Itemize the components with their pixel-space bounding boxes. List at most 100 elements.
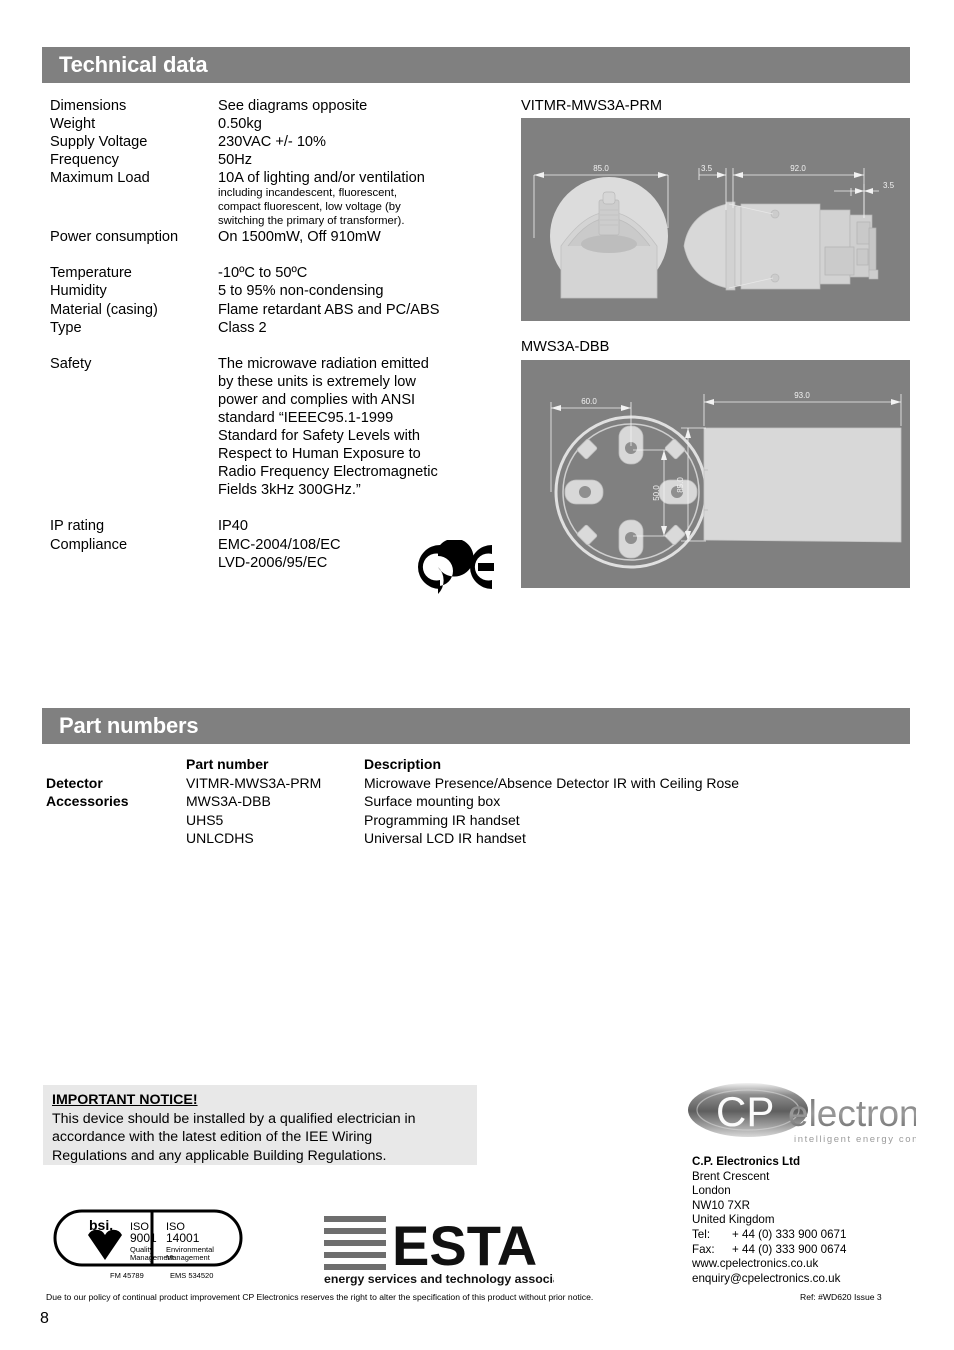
dimension-label: 60.0 [581, 397, 597, 406]
spec-value: Flame retardant ABS and PC/ABS [218, 301, 440, 318]
cell-category [46, 811, 186, 830]
ce-mark-icon [418, 540, 494, 594]
spec-row-dimensions: Dimensions See diagrams opposite [50, 97, 520, 115]
spec-value: See diagrams opposite [218, 98, 368, 114]
cell-description: Microwave Presence/Absence Detector IR w… [364, 774, 740, 791]
spec-row-material: Material (casing) Flame retardant ABS an… [50, 301, 520, 319]
dimension-label: 3.5 [701, 164, 713, 173]
section-title-text: Technical data [59, 52, 208, 77]
section-header-part-numbers: Part numbers [42, 708, 910, 744]
column-header-part-number: Part number [186, 756, 269, 772]
spec-row-humidity: Humidity 5 to 95% non-condensing [50, 282, 520, 300]
bsi-left-number: 9001 [130, 1231, 157, 1245]
diagram-vitmr-mws3a-prm: 85.0 3.5 92.0 3.5 [521, 118, 910, 321]
company-telephone: Tel: + 44 (0) 333 900 0671 [692, 1228, 846, 1243]
cp-logo-tagline: intelligent energy control [794, 1134, 916, 1145]
tel-value: + 44 (0) 333 900 0671 [732, 1227, 847, 1241]
dimension-label: 93.0 [794, 391, 810, 400]
spec-row-type: Type Class 2 [50, 319, 520, 337]
dimension-label: 85.0 [593, 164, 609, 173]
notice-line-1: This device should be installed by a qua… [52, 1110, 416, 1127]
part-numbers-table: Part number Description Detector VITMR-M… [46, 755, 739, 848]
company-name: C.P. Electronics Ltd [692, 1155, 801, 1168]
company-email[interactable]: enquiry@cpelectronics.co.uk [692, 1272, 846, 1287]
spec-value: 230VAC +/- 10% [218, 134, 327, 151]
cell-part-number: UHS5 [186, 811, 224, 828]
diagram-caption-mws3a-dbb: MWS3A-DBB [521, 339, 610, 355]
document-page: Technical data Dimensions See diagrams o… [0, 0, 954, 1350]
diagram-caption-vitmr: VITMR-MWS3A-PRM [521, 98, 663, 114]
spec-value: 50Hz [218, 152, 253, 169]
esta-name: ESTA [392, 1214, 537, 1277]
spec-label: Humidity [50, 283, 107, 300]
spec-value: IP40 [218, 518, 249, 535]
notice-line-2: accordance with the latest edition of th… [52, 1129, 373, 1146]
safety-line-6: Respect to Human Exposure to [218, 446, 421, 463]
cp-electronics-logo: CP electronics intelligent energy contro… [688, 1083, 916, 1145]
cell-part-number: UNLCDHS [186, 830, 254, 847]
spec-label: Safety [50, 355, 92, 372]
bsi-right-code: EMS 534520 [170, 1271, 213, 1280]
spec-value: 5 to 95% non-condensing [218, 283, 384, 300]
esta-tagline: energy services and technology associati… [324, 1272, 554, 1286]
spec-label: Power consumption [50, 229, 179, 246]
company-website[interactable]: www.cpelectronics.co.uk [692, 1257, 846, 1272]
table-row: UNLCDHS Universal LCD IR handset [46, 829, 739, 848]
dimension-label: 85.0 [676, 477, 685, 493]
cell-description: Surface mounting box [364, 793, 501, 810]
max-load-note-line-3: switching the primary of transformer). [218, 214, 405, 227]
column-header-category [46, 755, 186, 774]
important-notice-box: IMPORTANT NOTICE! This device should be … [43, 1085, 477, 1165]
bsi-right-number: 14001 [166, 1231, 200, 1245]
safety-line-7: Radio Frequency Electromagnetic [218, 464, 438, 481]
table-row: UHS5 Programming IR handset [46, 811, 739, 830]
dimension-label: 3.5 [883, 181, 895, 190]
bsi-certification-logo: bsi. ISO 9001 Quality Management ISO 140… [53, 1209, 243, 1280]
notice-heading: IMPORTANT NOTICE! [52, 1092, 198, 1108]
bsi-left-code: FM 45789 [110, 1271, 144, 1280]
cell-category [46, 829, 186, 848]
spec-value: -10ºC to 50ºC [218, 265, 308, 282]
page-number: 8 [40, 1310, 49, 1327]
spec-label: Dimensions [50, 98, 127, 114]
spec-label: Weight [50, 116, 96, 133]
cp-logo-mark: CP [716, 1088, 774, 1135]
spec-label: Temperature [50, 265, 132, 282]
safety-line-5: Standard for Safety Levels with [218, 428, 420, 445]
table-row: Accessories MWS3A-DBB Surface mounting b… [46, 792, 739, 811]
cell-description: Programming IR handset [364, 811, 520, 828]
cell-category: Accessories [46, 793, 129, 810]
max-load-note-line-2: compact fluorescent, low voltage (by [218, 201, 401, 214]
spec-label: Frequency [50, 152, 119, 169]
table-row: Detector VITMR-MWS3A-PRM Microwave Prese… [46, 774, 739, 793]
technical-data-list: Dimensions See diagrams opposite Weight … [50, 97, 520, 572]
cell-part-number: MWS3A-DBB [186, 793, 271, 810]
spec-value: 10A of lighting and/or ventilation [218, 170, 425, 187]
safety-line-8: Fields 3kHz 300GHz.” [218, 482, 361, 499]
company-city: London [692, 1184, 731, 1198]
spec-row-safety: Safety The microwave radiation emitted [50, 355, 520, 373]
spec-label: Maximum Load [50, 170, 150, 187]
max-load-note-line-1: including incandescent, fluorescent, [218, 187, 397, 200]
spec-value: The microwave radiation emitted [218, 355, 429, 372]
company-postcode: NW10 7XR [692, 1198, 750, 1212]
company-street: Brent Crescent [692, 1169, 770, 1183]
esta-logo: ESTA energy services and technology asso… [324, 1214, 554, 1286]
dimension-label: 50.0 [652, 485, 661, 501]
spec-label: Material (casing) [50, 301, 158, 318]
fax-value: + 44 (0) 333 900 0674 [732, 1242, 847, 1256]
fax-label: Fax: [692, 1242, 715, 1256]
footer-disclaimer: Due to our policy of continual product i… [46, 1292, 594, 1302]
spec-label: IP rating [50, 518, 105, 535]
company-country: United Kingdom [692, 1213, 775, 1227]
safety-line-2: by these units is extremely low [218, 373, 416, 390]
company-fax: Fax: + 44 (0) 333 900 0674 [692, 1243, 846, 1258]
spec-row-weight: Weight 0.50kg [50, 115, 520, 133]
safety-line-3: power and complies with ANSI [218, 391, 416, 408]
section-header-technical-data: Technical data [42, 47, 910, 83]
spec-row-temperature: Temperature -10ºC to 50ºC [50, 264, 520, 282]
spec-row-frequency: Frequency 50Hz [50, 151, 520, 169]
spec-label: Compliance [50, 536, 128, 553]
